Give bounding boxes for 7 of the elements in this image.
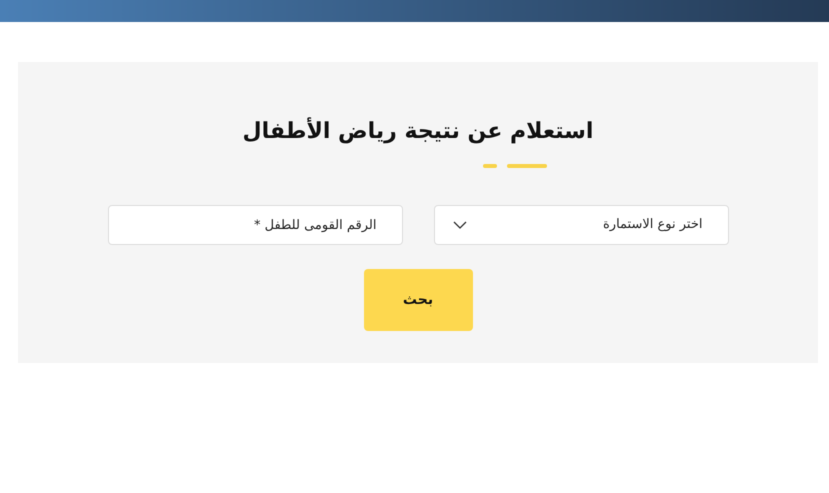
search-button[interactable]: بحث [364, 269, 472, 331]
national-id-field[interactable]: الرقم القومى للطفل * [108, 205, 402, 245]
form-title: استعلام عن نتيجة رياض الأطفال [242, 116, 594, 146]
chevron-down-icon [452, 221, 466, 229]
form-type-select[interactable]: اختر نوع الاستمارة [434, 205, 728, 245]
select-value: اختر نوع الاستمارة [602, 216, 702, 234]
title-underline-drawing [482, 164, 546, 168]
